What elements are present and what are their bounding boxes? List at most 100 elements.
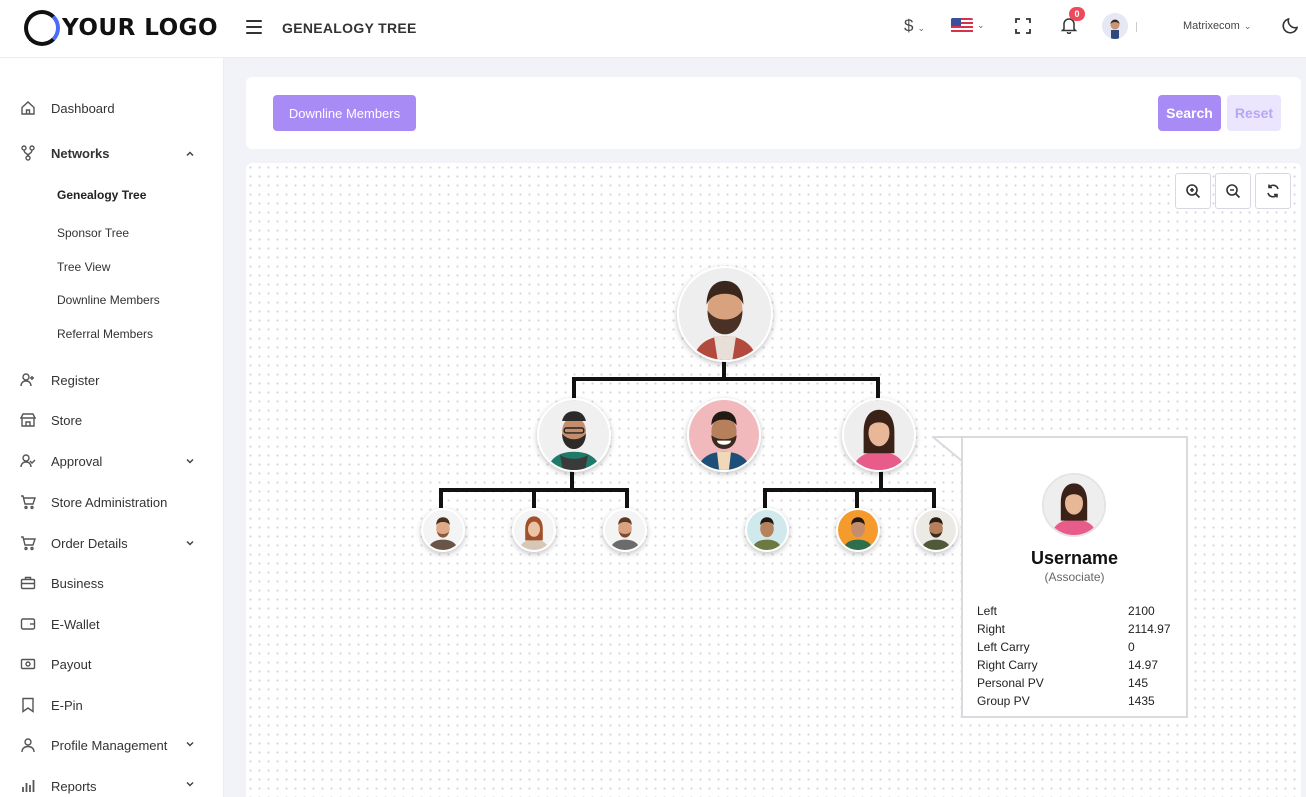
tree-node-child[interactable] <box>836 508 880 552</box>
popup-pointer <box>932 436 962 462</box>
sidebar-item-label: Networks <box>51 145 110 161</box>
sidebar-item-approval[interactable]: Approval <box>20 453 102 469</box>
sidebar-item-label: Business <box>51 575 104 591</box>
chevron-down-icon[interactable] <box>186 539 194 547</box>
reset-zoom-button[interactable] <box>1255 173 1291 209</box>
language-dropdown[interactable]: ⌄ <box>951 18 985 33</box>
menu-toggle-icon[interactable] <box>246 20 262 34</box>
sidebar-item-profile-management[interactable]: Profile Management <box>20 737 167 753</box>
notification-badge: 0 <box>1069 7 1085 21</box>
tree-node-root[interactable] <box>677 266 773 362</box>
sidebar: Dashboard Networks Genealogy Tree Sponso… <box>0 58 224 797</box>
stat-value: 2114.97 <box>1128 622 1171 636</box>
chevron-down-icon[interactable] <box>186 780 194 788</box>
popup-role: (Associate) <box>1044 570 1105 584</box>
currency-dropdown[interactable]: $ ⌄ <box>904 16 925 36</box>
reset-button[interactable]: Reset <box>1227 95 1281 131</box>
logo[interactable]: YOUR LOGO <box>24 10 218 46</box>
sidebar-item-order-details[interactable]: Order Details <box>20 535 128 551</box>
sidebar-item-networks[interactable]: Networks <box>20 145 110 161</box>
dark-mode-icon[interactable] <box>1282 16 1300 34</box>
tree-connector <box>763 488 767 508</box>
chevron-up-icon[interactable] <box>186 150 194 158</box>
sidebar-item-reports[interactable]: Reports <box>20 778 97 794</box>
chevron-down-icon[interactable] <box>186 457 194 465</box>
stat-value: 1435 <box>1128 694 1155 708</box>
sidebar-item-dashboard[interactable]: Dashboard <box>20 100 115 116</box>
sidebar-item-store[interactable]: Store <box>20 412 82 428</box>
tree-node-middle[interactable] <box>687 398 761 472</box>
user-name: Matrixecom <box>1183 20 1240 32</box>
stat-label: Right <box>977 622 1006 636</box>
sidebar-item-e-pin[interactable]: E-Pin <box>20 697 83 713</box>
sidebar-item-label: E-Wallet <box>51 616 100 632</box>
tree-connector <box>855 488 859 508</box>
stat-value: 145 <box>1128 676 1149 690</box>
tree-node-child[interactable] <box>512 508 556 552</box>
filter-card: Downline Members Search Reset <box>246 77 1301 149</box>
tree-connector <box>439 488 443 508</box>
refresh-icon <box>1267 184 1279 198</box>
downline-members-button[interactable]: Downline Members <box>273 95 416 131</box>
tree-connector <box>763 488 936 492</box>
tree-node-child[interactable] <box>745 508 789 552</box>
sidebar-item-label: E-Pin <box>51 697 83 713</box>
sidebar-item-label: Reports <box>51 778 97 794</box>
stat-value: 0 <box>1128 640 1135 654</box>
stat-row: Left 2100 <box>977 604 1177 622</box>
logo-text: YOUR LOGO <box>62 15 219 41</box>
sidebar-sub-genealogy-tree[interactable]: Genealogy Tree <box>57 188 146 202</box>
cash-icon <box>20 656 36 672</box>
sidebar-item-register[interactable]: Register <box>20 372 99 388</box>
chevron-down-icon: ⌄ <box>1243 21 1252 31</box>
top-bar: YOUR LOGO GENEALOGY TREE $ ⌄ ⌄ 0 Matrixec… <box>0 0 1306 58</box>
sidebar-item-label: Register <box>51 372 100 388</box>
sidebar-sub-tree-view[interactable]: Tree View <box>57 260 110 274</box>
sidebar-sub-sponsor-tree[interactable]: Sponsor Tree <box>57 226 129 240</box>
cart-icon <box>20 535 36 551</box>
sidebar-item-e-wallet[interactable]: E-Wallet <box>20 616 100 632</box>
stat-label: Personal PV <box>977 676 1044 690</box>
zoom-in-button[interactable] <box>1175 173 1211 209</box>
user-avatar[interactable] <box>1102 13 1128 39</box>
sidebar-item-business[interactable]: Business <box>20 575 104 591</box>
popup-avatar <box>1042 473 1106 537</box>
tree-node-right[interactable] <box>842 398 916 472</box>
tree-node-child[interactable] <box>421 508 465 552</box>
user-check-icon <box>20 453 36 469</box>
bookmark-icon <box>20 697 36 713</box>
chevron-down-icon: ⌄ <box>917 23 926 33</box>
tree-node-child[interactable] <box>603 508 647 552</box>
header-divider <box>1136 22 1137 32</box>
zoom-out-button[interactable] <box>1215 173 1251 209</box>
chart-icon <box>20 778 36 794</box>
network-icon <box>20 145 36 161</box>
zoom-in-icon <box>1186 184 1201 199</box>
tree-node-left[interactable] <box>537 398 611 472</box>
chevron-down-icon[interactable] <box>186 740 194 748</box>
user-menu[interactable]: Matrixecom ⌄ <box>1183 20 1251 32</box>
fullscreen-icon[interactable] <box>1015 18 1031 34</box>
sidebar-item-label: Payout <box>51 656 92 672</box>
tree-connector <box>532 488 536 508</box>
zoom-out-icon <box>1226 184 1241 199</box>
user-icon <box>20 737 36 753</box>
tree-connector <box>572 377 880 381</box>
tree-node-child[interactable] <box>914 508 958 552</box>
us-flag-icon <box>951 18 973 33</box>
search-button[interactable]: Search <box>1158 95 1221 131</box>
stat-row: Left Carry 0 <box>977 640 1177 658</box>
sidebar-item-store-administration[interactable]: Store Administration <box>20 494 167 510</box>
sidebar-item-label: Profile Management <box>51 737 168 753</box>
home-icon <box>20 100 36 116</box>
stat-row: Right 2114.97 <box>977 622 1177 640</box>
stat-row: Group PV 1435 <box>977 694 1177 712</box>
sidebar-sub-downline-members[interactable]: Downline Members <box>57 293 160 307</box>
wallet-icon <box>20 616 36 632</box>
stat-row: Personal PV 145 <box>977 676 1177 694</box>
sidebar-item-label: Store Administration <box>51 494 168 510</box>
sidebar-item-label: Approval <box>51 453 103 469</box>
user-plus-icon <box>20 372 36 388</box>
sidebar-item-payout[interactable]: Payout <box>20 656 91 672</box>
sidebar-sub-referral-members[interactable]: Referral Members <box>57 327 153 341</box>
